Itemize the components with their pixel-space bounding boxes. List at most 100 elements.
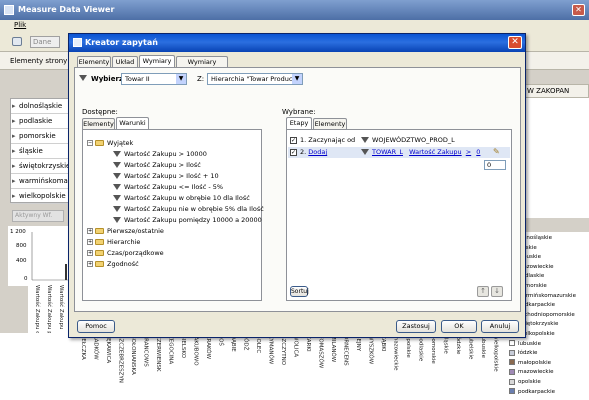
- query-wizard-dialog: Kreator zapytań ✕ Elementy Układ Wymiary…: [68, 33, 526, 338]
- ok-button[interactable]: OK: [441, 320, 477, 333]
- axis-category-label: SZCZYTNO: [280, 335, 286, 366]
- axis-category-label: SZCZEBRZESZYN: [117, 335, 124, 383]
- axis-category-label: ORNECENS: [342, 335, 349, 366]
- cancel-button[interactable]: Anuluj: [481, 320, 519, 333]
- funnel-icon: [113, 184, 121, 190]
- tree-folder-zgodnosc[interactable]: + Zgodność: [87, 259, 139, 270]
- legend-label: małopolskie: [518, 359, 552, 366]
- xtick-label: Wartość Zakupu: [58, 285, 64, 330]
- region-item[interactable]: śląskie: [11, 144, 71, 159]
- region-item[interactable]: wielkopolskie: [11, 189, 71, 204]
- tree-condition[interactable]: Wartość Zakupu pomiędzy 10000 a 20000: [113, 215, 262, 226]
- tree-condition[interactable]: Wartość Zakupu <= Ilość - 5%: [113, 182, 223, 193]
- axis-category-label: CZERWIENSK: [155, 335, 161, 372]
- region-item[interactable]: dolnośląskie: [11, 99, 71, 114]
- tree-folder-wyjatek[interactable]: − Wyjątek: [87, 138, 133, 149]
- legend-swatch: [509, 368, 515, 375]
- edit-value-input[interactable]: 0: [484, 160, 506, 170]
- region-item[interactable]: warmińskomazur: [11, 174, 71, 189]
- axis-category-label: lubuskie: [480, 335, 486, 358]
- move-up-button[interactable]: ↑: [477, 286, 489, 297]
- tree-condition[interactable]: Wartość Zakupu > Ilość: [113, 160, 201, 171]
- selected-label: Wybrane:: [282, 108, 316, 116]
- tab-available-elementy[interactable]: Elementy: [82, 118, 115, 129]
- wybierz-value: Towar II: [125, 75, 150, 83]
- axis-category-label: WOLICA: [292, 335, 299, 358]
- region-list: dolnośląskie podlaskie pomorskie śląskie…: [10, 98, 72, 204]
- tab-available-warunki[interactable]: Warunki: [116, 117, 149, 129]
- selected-steps: ✓ 1. Zaczynając od WOJEWÓDZTWO_PROD_L ✓ 2.…: [286, 129, 512, 301]
- tab-wymiary-ukryte[interactable]: Wymiary ukryte: [176, 56, 228, 76]
- step-target: WOJEWÓDZTWO_PROD_L: [361, 135, 455, 146]
- tab-selected-etapy[interactable]: Etapy: [286, 117, 312, 129]
- menu-plik[interactable]: Plik: [14, 21, 26, 29]
- tree-condition[interactable]: Wartość Zakupu nie w obrębie 5% dla Iloś…: [113, 204, 264, 215]
- tab-uklad[interactable]: Układ: [112, 56, 138, 67]
- legend-item: łódzkie: [509, 349, 537, 359]
- help-button[interactable]: Pomoc: [77, 320, 115, 333]
- tree-folder-pierwsze[interactable]: + Pierwsze/ostatnie: [87, 226, 164, 237]
- mini-chart-svg: [31, 232, 72, 281]
- move-down-button[interactable]: ↓: [491, 286, 503, 297]
- axis-category-label: podlaskie: [417, 335, 424, 362]
- legend-swatch: [509, 378, 515, 385]
- axis-category-label: BOŁONIANSKA: [130, 335, 136, 375]
- axis-category-label: FRANCOWS: [142, 335, 149, 367]
- main-title-bar: Measure Data Viewer: [0, 0, 589, 20]
- legend-item: mazowieckie: [509, 368, 554, 378]
- legend-label: zachodniopomorskie: [518, 311, 575, 318]
- ytick-label: 800: [16, 243, 27, 249]
- filter-label: Elementy strony: [10, 57, 68, 65]
- pencil-icon[interactable]: ✎: [493, 147, 500, 156]
- step-checkbox: ✓: [290, 136, 297, 144]
- apply-button[interactable]: Zastosuj: [396, 320, 436, 333]
- axis-category-label: BIELSKO: [180, 335, 186, 359]
- sort-button[interactable]: Sortuj: [290, 286, 309, 297]
- legend-label: podkarpackie: [518, 388, 556, 395]
- folder-icon: [95, 228, 104, 234]
- available-label: Dostępne:: [82, 108, 118, 116]
- region-item[interactable]: świętokrzyskie: [11, 159, 71, 174]
- legend-swatch: [509, 388, 515, 395]
- axis-category-label: MILANÓW: [330, 335, 336, 363]
- axis-category-label: TOMASZÓW: [317, 335, 324, 369]
- tab-selected-elementy[interactable]: Elementy: [313, 118, 347, 129]
- axis-category-label: opolskie: [405, 335, 411, 358]
- region-item[interactable]: pomorskie: [11, 129, 71, 144]
- tree-folder-czas[interactable]: + Czas/porządkowe: [87, 248, 164, 259]
- funnel-icon: [113, 162, 121, 168]
- step-row[interactable]: ✓ 1. Zaczynając od: [290, 135, 355, 146]
- legend-label: opolskie: [518, 379, 541, 385]
- axis-category-label: WYSZKÓW: [367, 335, 374, 365]
- legend-item: małopolskie: [509, 359, 551, 369]
- toolbar-data-field[interactable]: Dane: [30, 36, 60, 48]
- funnel-icon: [113, 217, 121, 223]
- tab-elementy[interactable]: Elementy: [77, 56, 111, 67]
- z-dropdown[interactable]: Hierarchia "Towar Producent" ▼: [207, 73, 303, 85]
- left-search-field[interactable]: Aktywny Wf.: [12, 210, 64, 222]
- menu-bar: Plik: [0, 20, 589, 32]
- legend-label: łódzkie: [518, 350, 538, 357]
- tree-condition[interactable]: Wartość Zakupu > Ilość + 10: [113, 171, 219, 182]
- legend-swatch: [509, 349, 515, 356]
- tree-condition[interactable]: Wartość Zakupu > 10000: [113, 149, 207, 160]
- ytick-label: 0: [24, 276, 28, 282]
- tree-folder-hierarchie[interactable]: + Hierarchie: [87, 237, 140, 248]
- step-condition[interactable]: TOWAR_L Wartość Zakupu > 0: [361, 147, 480, 158]
- axis-category-label: PEŁCZKA: [80, 335, 86, 360]
- axis-category-label: JAKUBOWO: [192, 335, 199, 366]
- folder-icon: [95, 250, 104, 256]
- ytick-label: 1 200: [10, 229, 26, 235]
- step-row[interactable]: ✓ 2. Dodaj: [290, 147, 327, 158]
- legend-swatch: [509, 340, 515, 347]
- axis-category-label: ŻEGOCINA: [167, 335, 174, 365]
- tree-condition[interactable]: Wartość Zakupu w obrębie 10 dla Ilość: [113, 193, 250, 204]
- axis-category-label: RADKÓW: [92, 335, 99, 360]
- tab-wymiary[interactable]: Wymiary: [139, 55, 175, 67]
- main-close-icon[interactable]: ✕: [572, 4, 585, 16]
- dialog-close-icon[interactable]: ✕: [508, 36, 522, 49]
- wybierz-dropdown[interactable]: Towar II ▼: [121, 73, 187, 85]
- region-item[interactable]: podlaskie: [11, 114, 71, 129]
- legend-item: lubuskie: [509, 340, 541, 350]
- toolbar-refresh-icon[interactable]: [12, 37, 22, 46]
